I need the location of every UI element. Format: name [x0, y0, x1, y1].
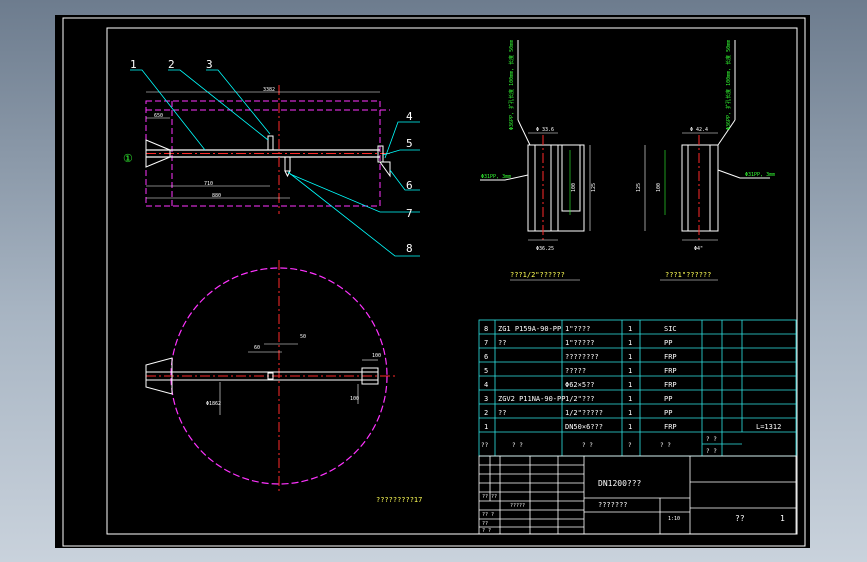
- bom-header-c1: ??: [481, 442, 489, 449]
- bom-cell-qty: 1: [628, 409, 632, 417]
- bom-cell-qty: 1: [628, 367, 632, 375]
- bom-cell-no: 4: [484, 381, 488, 389]
- bom-cell-name: Φ62×5??: [565, 381, 595, 389]
- bom-cell-no: 2: [484, 409, 488, 417]
- bom-cell-name: 1/2"?????: [565, 409, 603, 417]
- dim-d2: 710: [204, 181, 213, 187]
- part-label-4: 4: [406, 110, 413, 123]
- bom-header-c5: ? ?: [660, 442, 671, 449]
- cad-viewport: 3382 650 710 880 ① 1 2 3 4 5 6 7 8 50 60…: [0, 0, 867, 562]
- bom-cell-name: DN50×6???: [565, 423, 603, 431]
- detail-right-caption: ???1"??????: [665, 271, 711, 279]
- detail-right-callout: Φ31PP, 3mm: [745, 172, 775, 178]
- bom-cell-qty: 1: [628, 325, 632, 333]
- bom-cell-name: ?????: [565, 367, 586, 375]
- bom-cell-qty: 1: [628, 381, 632, 389]
- bom-cell-no: 7: [484, 339, 488, 347]
- dim-overall: 3382: [263, 87, 275, 93]
- bom-cell-no: 1: [484, 423, 488, 431]
- detail-right-lead-text: Φ36PP, 扩孔长度 100mm, 长度 50mm: [725, 40, 732, 130]
- bom-cell-material: SIC: [664, 325, 677, 333]
- signature-row: ??: [482, 521, 488, 527]
- part-label-1: 1: [130, 58, 137, 71]
- bom-cell-qty: 1: [628, 395, 632, 403]
- dim-d1: 650: [154, 113, 163, 119]
- detail-right-h1: 125: [636, 183, 642, 192]
- bom-cell-material: PP: [664, 409, 672, 417]
- cad-drawing: 3382 650 710 880 ① 1 2 3 4 5 6 7 8 50 60…: [55, 15, 810, 548]
- drawing-sheet: [55, 15, 810, 548]
- detail-left-h1: 125: [591, 183, 597, 192]
- bom-cell-material: FRP: [664, 367, 677, 375]
- bom-cell-name: ????????: [565, 353, 599, 361]
- bom-cell-code: ZG1 P159A-90-PP: [498, 325, 561, 333]
- detail-left-width-bottom: Φ36.25: [536, 246, 554, 252]
- plan-dim-a: 50: [300, 334, 306, 340]
- bom-cell-code: ??: [498, 339, 506, 347]
- part-label-8: 8: [406, 242, 413, 255]
- part-label-6: 6: [406, 179, 413, 192]
- detail-right-width-bottom: Φ4": [694, 246, 703, 252]
- bom-cell-qty: 1: [628, 339, 632, 347]
- detail-left-h2: 100: [571, 183, 577, 192]
- bom-header-c2: ? ?: [512, 442, 523, 449]
- detail-left-caption: ???1/2"??????: [510, 271, 565, 279]
- bom-header-c4: ?: [628, 442, 632, 449]
- bom-cell-code: ZGV2 P11NA-90-PP: [498, 395, 565, 403]
- bom-cell-material: FRP: [664, 423, 677, 431]
- detail-left-lead-text: Φ36PP, 扩孔长度 100mm, 长度 50mm: [508, 40, 515, 130]
- bom-cell-no: 6: [484, 353, 488, 361]
- bom-cell-name: 1"????: [565, 325, 590, 333]
- detail-right-h2: 100: [656, 183, 662, 192]
- plan-caption: ?????????17: [376, 496, 422, 504]
- plan-dim-d: 100: [350, 396, 359, 402]
- bom-cell-name: 1"?????: [565, 339, 595, 347]
- part-label-7: 7: [406, 207, 413, 220]
- title-sheet-label: ??: [735, 514, 745, 523]
- title-sheet-number: 1: [780, 514, 785, 523]
- plan-dim-c: 100: [372, 353, 381, 359]
- bom-note: L=1312: [756, 423, 781, 431]
- signature-row: ? ?: [482, 528, 491, 534]
- bom-cell-no: 8: [484, 325, 488, 333]
- title-line-1: DN1200???: [598, 479, 642, 488]
- bom-cell-material: FRP: [664, 381, 677, 389]
- bom-header-c3: ? ?: [582, 442, 593, 449]
- part-label-3: 3: [206, 58, 213, 71]
- bom-cell-qty: 1: [628, 423, 632, 431]
- bom-cell-name: 1/2"???: [565, 395, 595, 403]
- part-label-2: 2: [168, 58, 175, 71]
- plan-dim-b: 60: [254, 345, 260, 351]
- bom-cell-qty: 1: [628, 353, 632, 361]
- detail-left-width-top: Φ 33.6: [536, 127, 554, 133]
- dim-d3: 880: [212, 193, 221, 199]
- bom-header-c7: ? ?: [706, 448, 717, 455]
- bom-cell-material: FRP: [664, 353, 677, 361]
- bom-cell-material: PP: [664, 395, 672, 403]
- detail-right-width-top: Φ 42.4: [690, 127, 708, 133]
- bom-cell-no: 3: [484, 395, 488, 403]
- detail-left-callout: Φ31PP, 3mm: [481, 174, 511, 180]
- section-reference-marker: ①: [123, 152, 133, 165]
- signature-row: ?? ?: [482, 512, 494, 518]
- bom-header-c6: ? ?: [706, 436, 717, 443]
- signature-row: ?????: [510, 503, 525, 509]
- plan-dim-e: Φ1862: [206, 401, 221, 407]
- bom-cell-code: ??: [498, 409, 506, 417]
- bom-cell-no: 5: [484, 367, 488, 375]
- title-scale: 1:10: [668, 516, 680, 522]
- part-label-5: 5: [406, 137, 413, 150]
- signature-row: ?? ??: [482, 494, 497, 500]
- title-line-2: ???????: [598, 501, 628, 509]
- bom-cell-material: PP: [664, 339, 672, 347]
